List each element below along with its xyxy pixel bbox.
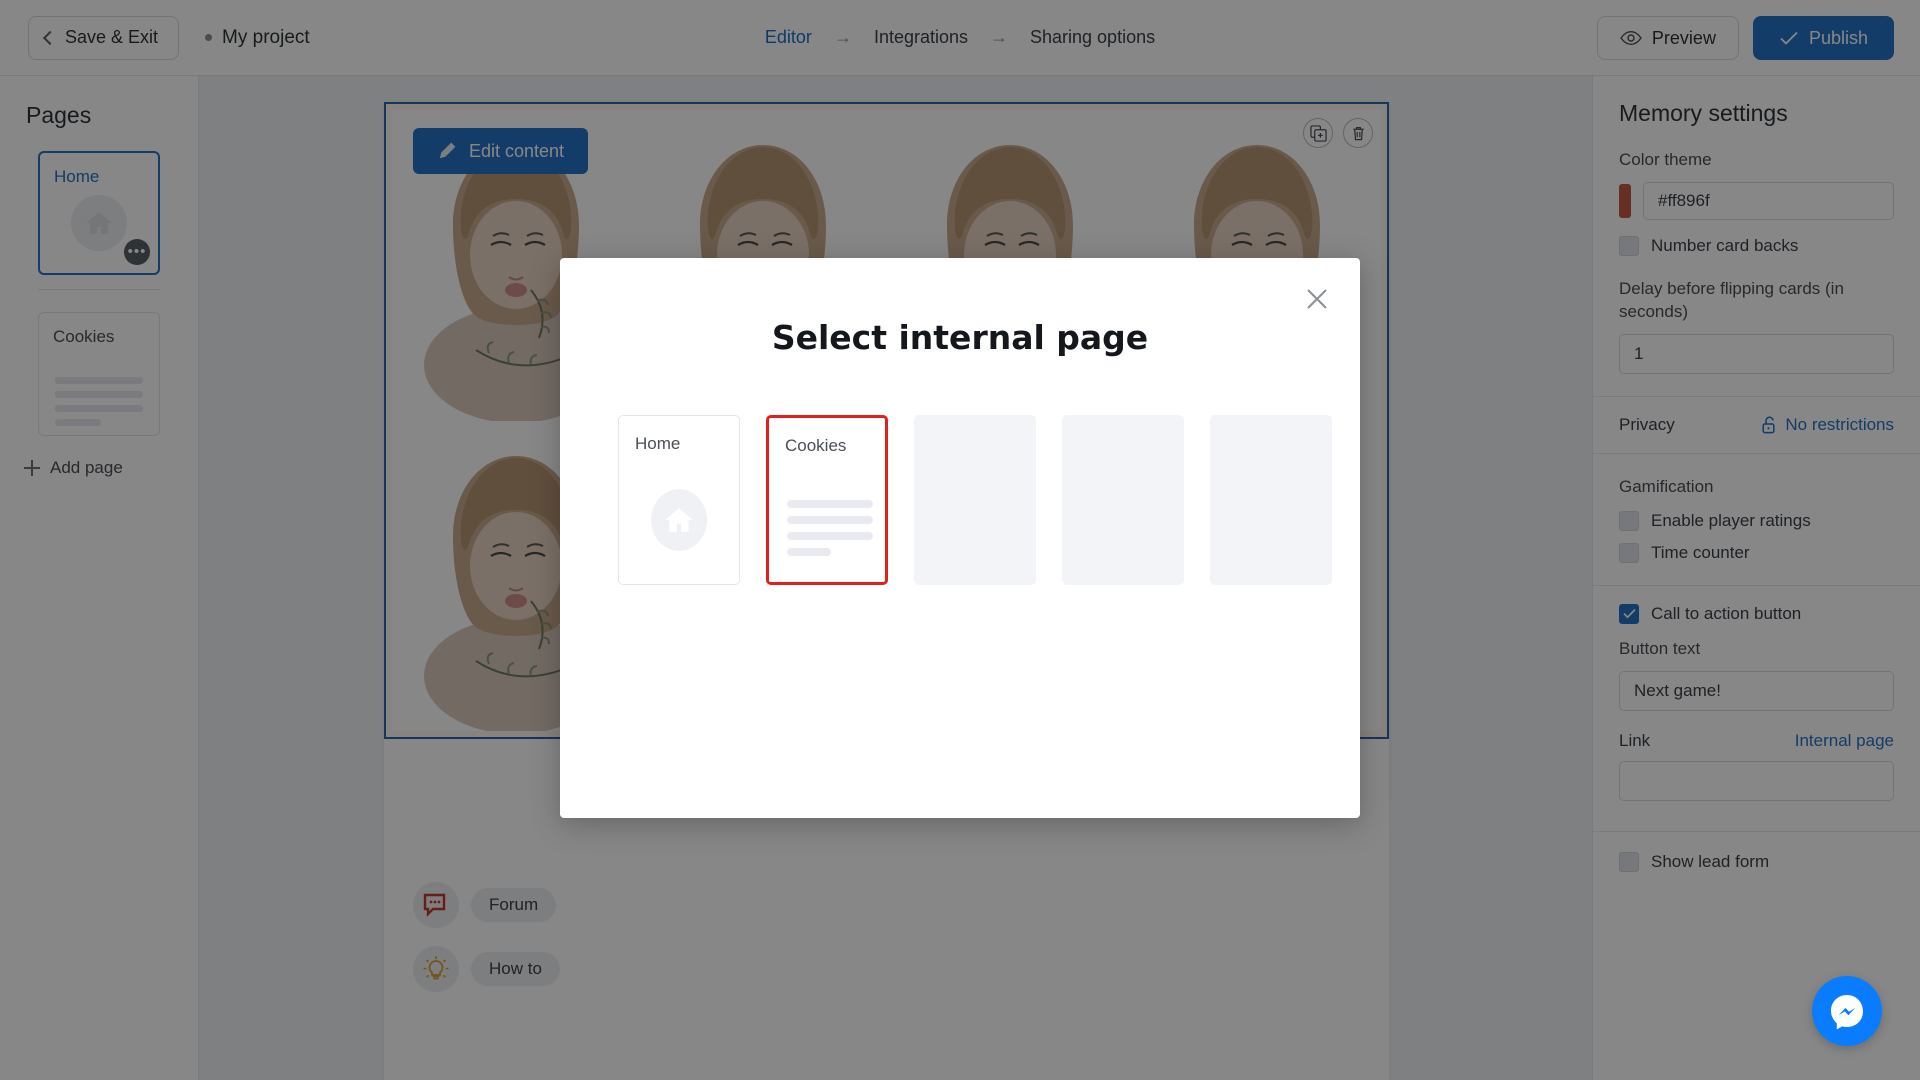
app-root: Save & Exit My project Editor → Integrat…: [0, 0, 1920, 1080]
internal-page-option-cookies[interactable]: Cookies: [766, 415, 888, 585]
internal-page-list: Home Cookies: [560, 357, 1360, 585]
modal-title: Select internal page: [771, 318, 1149, 357]
messenger-icon: [1831, 995, 1863, 1030]
internal-page-option-empty[interactable]: [1062, 415, 1184, 585]
close-icon[interactable]: [1302, 284, 1332, 314]
home-icon: [651, 489, 707, 552]
messenger-button[interactable]: [1812, 976, 1882, 1046]
internal-page-label: Home: [635, 434, 681, 453]
internal-page-option-home[interactable]: Home: [618, 415, 740, 585]
text-lines-thumbnail: [787, 500, 873, 564]
internal-page-option-empty[interactable]: [914, 415, 1036, 585]
select-internal-page-modal: Select internal page Home Cookies: [560, 258, 1360, 818]
internal-page-option-empty[interactable]: [1210, 415, 1332, 585]
internal-page-label: Cookies: [785, 436, 847, 455]
